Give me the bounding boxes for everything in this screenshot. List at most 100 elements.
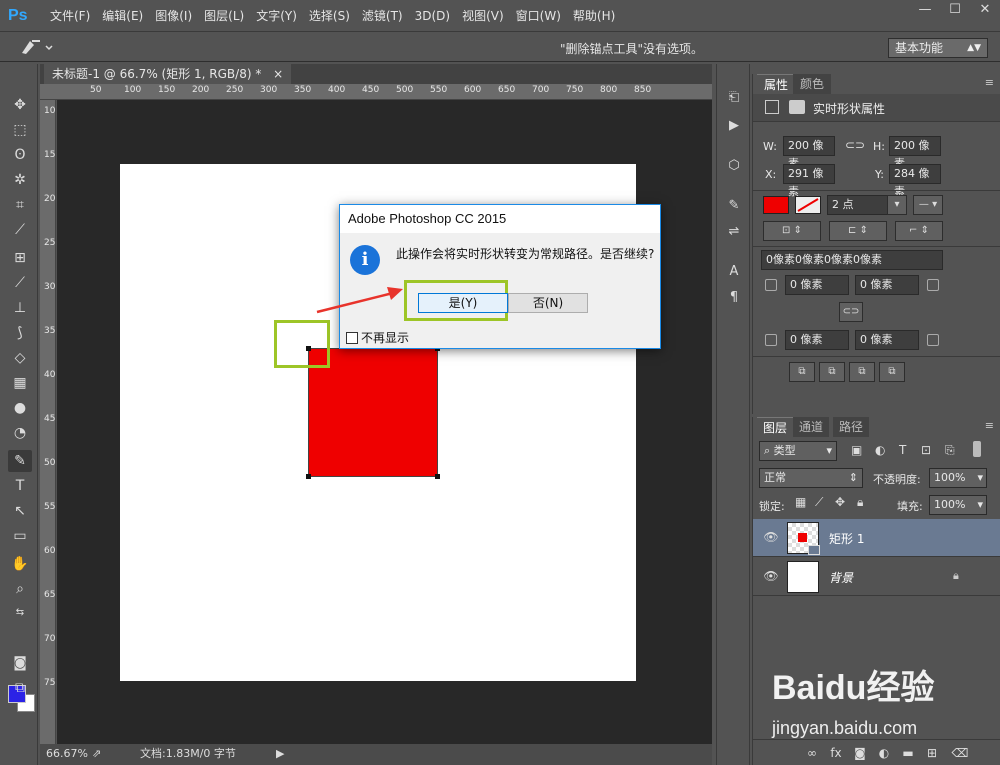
layer-filter-select[interactable]: ⌕ 类型 ▾	[759, 441, 837, 461]
close-button[interactable]: ✕	[970, 0, 1000, 20]
stroke-cap-dropdown[interactable]: ⊏ ⇕	[829, 221, 887, 241]
y-field[interactable]: 284 像素	[889, 164, 941, 198]
blur-tool-icon[interactable]: ●	[8, 397, 32, 419]
maximize-button[interactable]: ☐	[940, 0, 970, 20]
menu-filter[interactable]: 滤镜(T)	[356, 0, 409, 32]
character-panel-icon[interactable]: A	[723, 262, 745, 282]
menu-edit[interactable]: 编辑(E)	[96, 0, 149, 32]
tab-paths[interactable]: 路径	[833, 417, 870, 437]
close-icon[interactable]: ×	[273, 67, 283, 81]
lasso-tool-icon[interactable]: ʘ	[8, 144, 32, 166]
stroke-align-dropdown[interactable]: ⊡ ⇕	[763, 221, 821, 241]
filter-type-icon[interactable]: T	[899, 443, 906, 457]
delete-anchor-point-tool-icon[interactable]: ✎	[8, 450, 32, 472]
move-tool-icon[interactable]: ✥	[8, 94, 32, 116]
link-corners-button[interactable]: ⊂⊃	[839, 302, 863, 322]
stroke-type-dropdown[interactable]: — ▾	[913, 195, 943, 215]
path-intersect-button[interactable]: ⧉	[849, 362, 875, 382]
x-field[interactable]: 291 像素	[783, 164, 835, 198]
lock-transparency-icon[interactable]: ▦	[795, 495, 806, 509]
tool-preset-picker[interactable]	[18, 38, 58, 58]
menu-help[interactable]: 帮助(H)	[567, 0, 621, 32]
opacity-field[interactable]: 100% ▾	[929, 468, 987, 488]
rectangle-tool-icon[interactable]: ▭	[8, 525, 32, 547]
path-selection-tool-icon[interactable]: ↖	[8, 500, 32, 522]
filter-toggle[interactable]	[973, 441, 981, 457]
lock-all-icon[interactable]: 🔒︎	[857, 495, 863, 510]
width-field[interactable]: 200 像素	[783, 136, 835, 170]
anchor-point[interactable]	[435, 474, 440, 479]
zoom-level[interactable]: 66.67%	[46, 744, 88, 764]
yes-button[interactable]: 是(Y)	[418, 293, 508, 313]
corner-radius-all[interactable]: 0像素0像素0像素0像素	[761, 250, 943, 270]
actions-panel-icon[interactable]: ▶	[723, 116, 745, 136]
marquee-tool-icon[interactable]: ⬚	[8, 119, 32, 141]
minimize-button[interactable]: —	[910, 0, 940, 20]
stroke-width-dropdown[interactable]: ▾	[887, 195, 907, 215]
fill-color-swatch[interactable]	[763, 196, 789, 214]
tab-color[interactable]: 颜色	[793, 74, 832, 94]
paragraph-panel-icon[interactable]: ¶	[723, 288, 745, 308]
quick-mask-icon[interactable]: ◙	[8, 652, 32, 674]
tool-presets-icon[interactable]: ⇌	[723, 222, 745, 242]
layer-row-rectangle[interactable]: 👁︎ 矩形 1	[753, 519, 1000, 557]
history-brush-tool-icon[interactable]: ⟆	[8, 322, 32, 344]
hand-tool-icon[interactable]: ✋	[8, 553, 32, 575]
screen-mode-icon[interactable]: ⧉	[8, 677, 32, 699]
eye-icon[interactable]: 👁︎	[763, 530, 779, 546]
corner-tr-field[interactable]: 0 像素	[855, 275, 919, 295]
type-tool-icon[interactable]: T	[8, 475, 32, 497]
corner-tl-field[interactable]: 0 像素	[785, 275, 849, 295]
filter-adjustment-icon[interactable]: ◐	[875, 443, 885, 457]
mask-icon[interactable]	[789, 100, 805, 114]
panel-menu-icon[interactable]: ≡	[985, 76, 994, 89]
menu-file[interactable]: 文件(F)	[44, 0, 96, 32]
stroke-corner-dropdown[interactable]: ⌐ ⇕	[895, 221, 943, 241]
brush-presets-icon[interactable]: ✎	[723, 196, 745, 216]
filter-smart-object-icon[interactable]: ⎘	[945, 443, 955, 458]
link-icon[interactable]: ⊂⊃	[845, 138, 865, 152]
corner-br-field[interactable]: 0 像素	[855, 330, 919, 350]
fill-field[interactable]: 100% ▾	[929, 495, 987, 515]
stamp-tool-icon[interactable]: ⊥	[8, 297, 32, 319]
share-icon[interactable]: ⇗	[92, 744, 101, 764]
no-button[interactable]: 否(N)	[508, 293, 588, 313]
height-field[interactable]: 200 像素	[889, 136, 941, 170]
menu-select[interactable]: 选择(S)	[303, 0, 356, 32]
3d-panel-icon[interactable]: ⬡	[723, 156, 745, 176]
magic-wand-tool-icon[interactable]: ✲	[8, 169, 32, 191]
document-tab[interactable]: 未标题-1 @ 66.7% (矩形 1, RGB/8) * ×	[44, 64, 292, 84]
blend-mode-select[interactable]: 正常 ⇕	[759, 468, 863, 488]
dodge-tool-icon[interactable]: ◔	[8, 422, 32, 444]
tab-layers[interactable]: 图层	[757, 417, 794, 437]
eyedropper-tool-icon[interactable]: ⟋	[8, 219, 32, 241]
path-subtract-button[interactable]: ⧉	[819, 362, 845, 382]
healing-brush-tool-icon[interactable]: ⊞	[8, 247, 32, 269]
play-icon[interactable]: ▶	[276, 744, 284, 764]
crop-tool-icon[interactable]: ⌗	[8, 194, 32, 216]
anchor-point[interactable]	[306, 474, 311, 479]
gradient-tool-icon[interactable]: ▦	[8, 372, 32, 394]
swap-colors-icon[interactable]: ⇆	[8, 602, 32, 624]
menu-type[interactable]: 文字(Y)	[250, 0, 303, 32]
lock-position-icon[interactable]: ✥	[835, 495, 845, 509]
tab-channels[interactable]: 通道	[793, 417, 830, 437]
zoom-tool-icon[interactable]: ⌕	[8, 578, 32, 600]
dont-show-checkbox[interactable]	[346, 331, 358, 344]
menu-3d[interactable]: 3D(D)	[409, 0, 456, 32]
lock-pixels-icon[interactable]: ⟋	[815, 495, 823, 510]
corner-bl-field[interactable]: 0 像素	[785, 330, 849, 350]
path-exclude-button[interactable]: ⧉	[879, 362, 905, 382]
menu-image[interactable]: 图像(I)	[149, 0, 198, 32]
filter-shape-icon[interactable]: ⊡	[921, 443, 931, 457]
layer-row-background[interactable]: 👁︎ 背景 🔒︎	[753, 558, 1000, 596]
menu-layer[interactable]: 图层(L)	[198, 0, 250, 32]
panel-menu-icon[interactable]: ≡	[985, 419, 994, 432]
path-combine-button[interactable]: ⧉	[789, 362, 815, 382]
filter-pixel-icon[interactable]: ▣	[851, 443, 862, 457]
tab-properties[interactable]: 属性	[757, 74, 796, 94]
menu-window[interactable]: 窗口(W)	[510, 0, 567, 32]
history-panel-icon[interactable]: ⎗	[723, 88, 745, 108]
menu-view[interactable]: 视图(V)	[456, 0, 510, 32]
eye-icon[interactable]: 👁︎	[763, 569, 779, 585]
